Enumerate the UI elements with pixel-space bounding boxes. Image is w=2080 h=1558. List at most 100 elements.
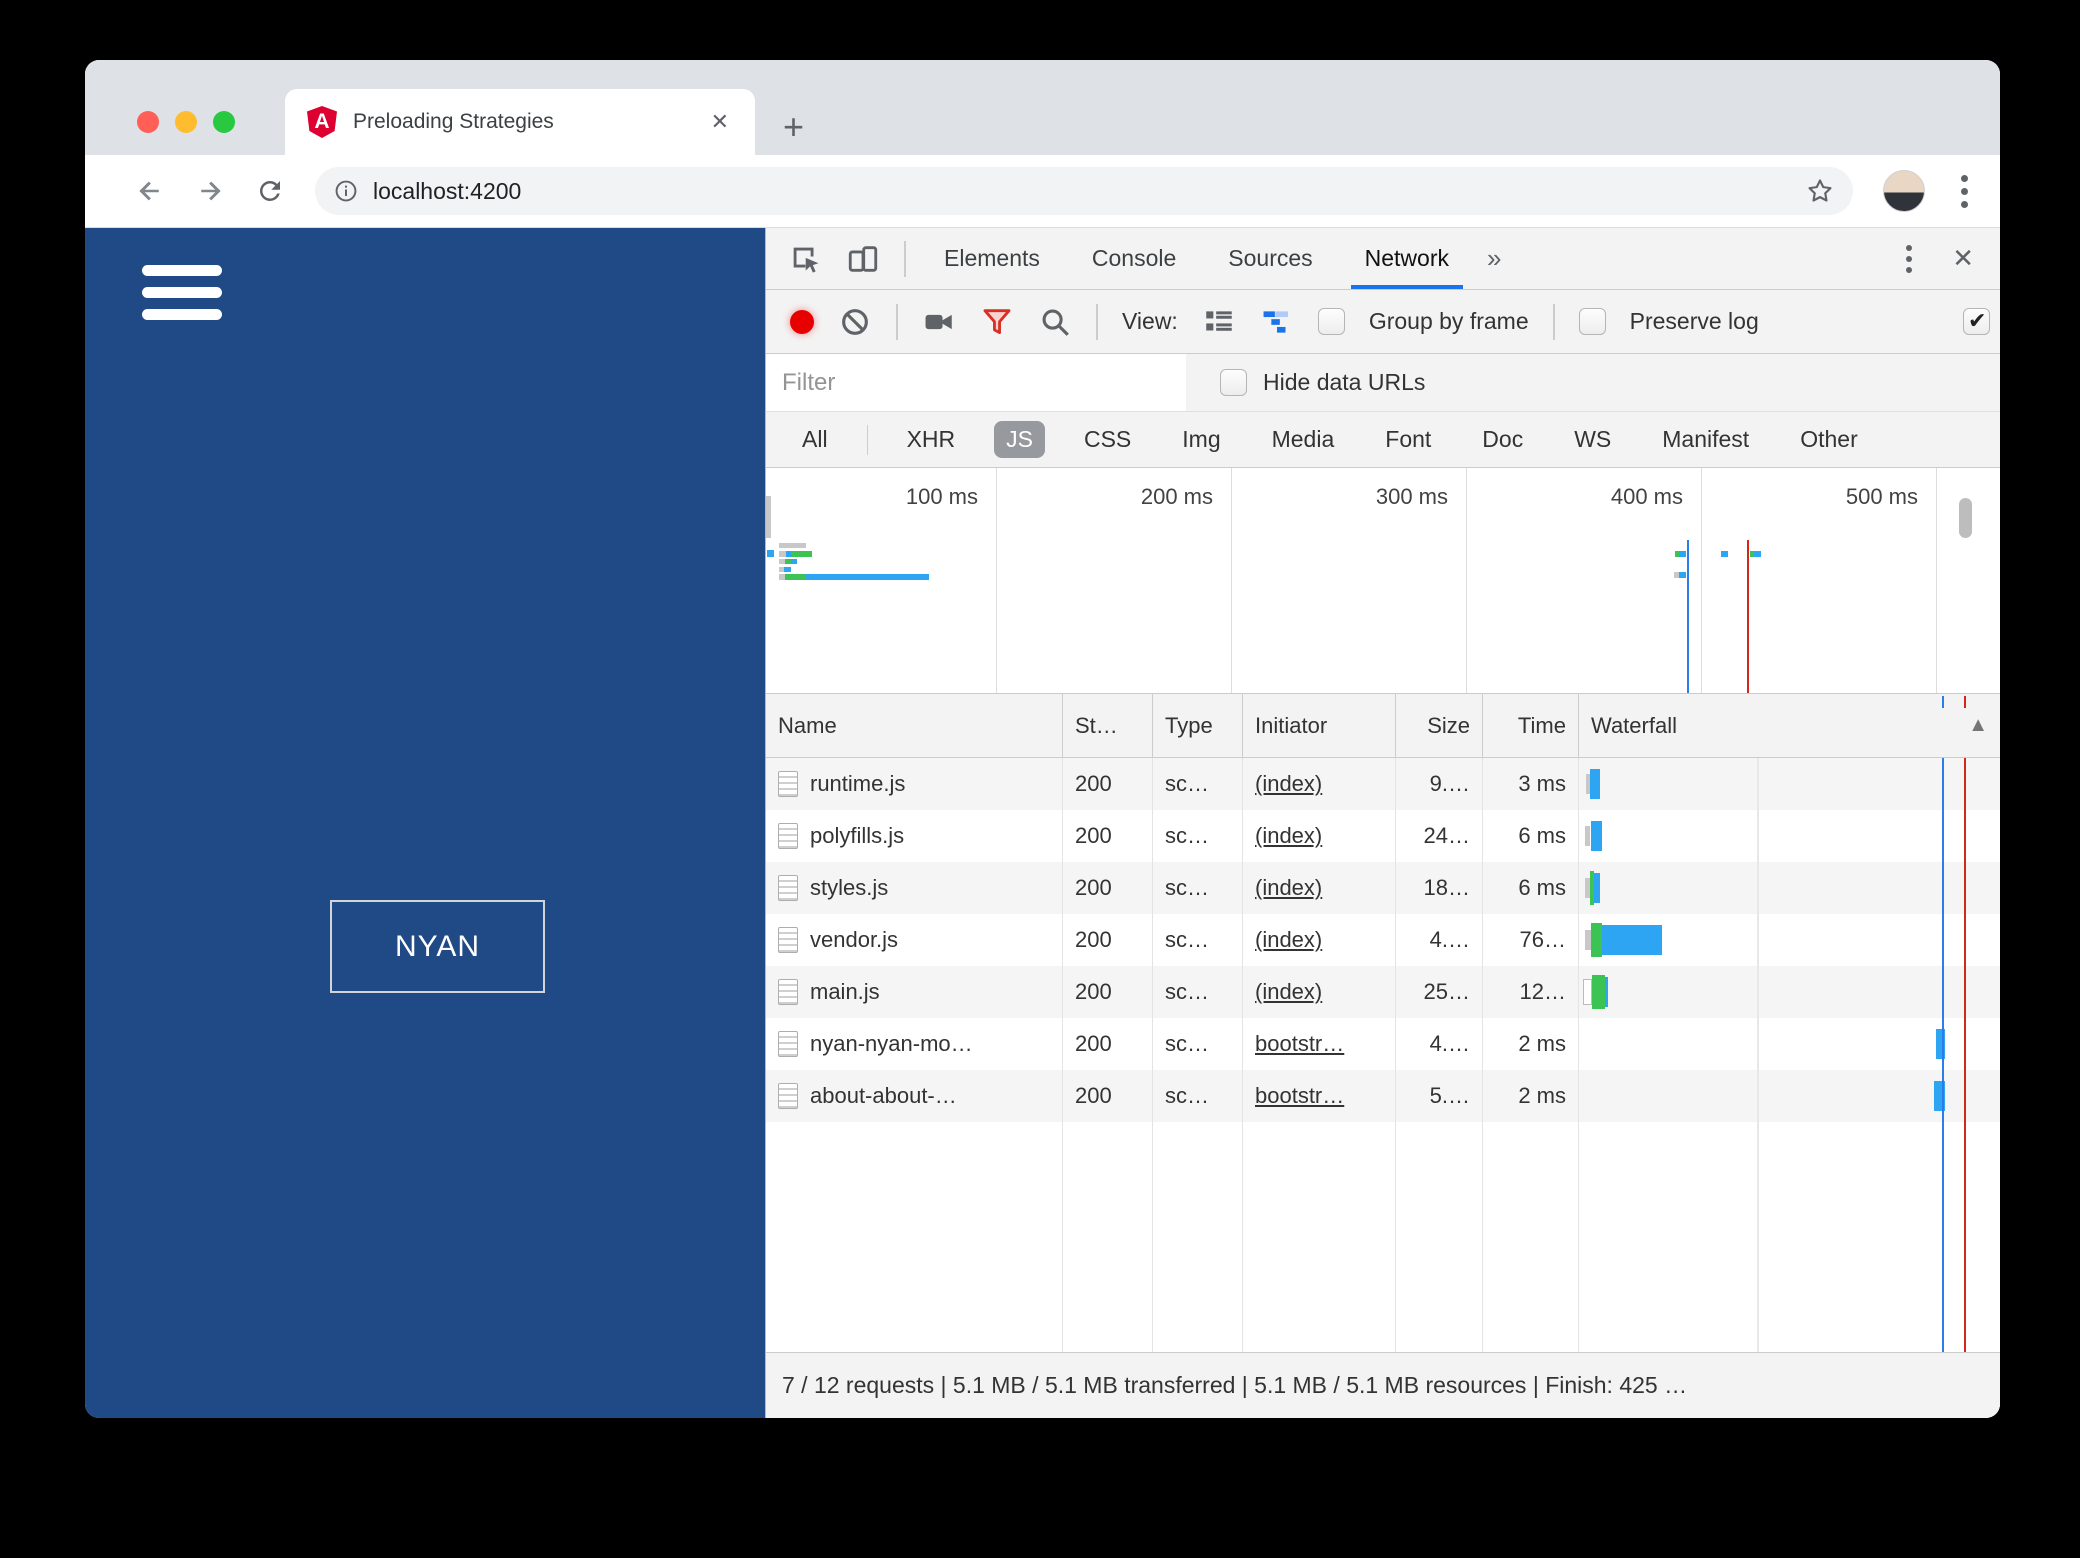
network-request-row[interactable]: vendor.js 200 sc… (index) 4.… 76… [766, 914, 2000, 966]
overview-bar [1721, 551, 1728, 557]
tab-elements[interactable]: Elements [930, 228, 1054, 289]
request-type: sc… [1153, 966, 1243, 1018]
reload-icon[interactable] [255, 176, 285, 206]
column-header-status[interactable]: St… [1063, 694, 1153, 757]
summary-text: 7 / 12 requests | 5.1 MB / 5.1 MB transf… [782, 1372, 1688, 1398]
request-waterfall [1579, 966, 2000, 1018]
search-icon[interactable] [1038, 305, 1072, 339]
type-filter-css[interactable]: CSS [1072, 421, 1143, 458]
zoom-window-button[interactable] [213, 111, 235, 133]
network-request-row[interactable]: runtime.js 200 sc… (index) 9.… 3 ms [766, 758, 2000, 810]
view-label: View: [1122, 308, 1178, 334]
request-type: sc… [1153, 862, 1243, 914]
preserve-log-checkbox[interactable] [1578, 308, 1606, 335]
forward-icon[interactable] [195, 176, 225, 206]
type-filter-font[interactable]: Font [1373, 421, 1443, 458]
script-file-icon [778, 979, 798, 1005]
timeline-gridline [1466, 468, 1467, 693]
waterfall-bar [1602, 925, 1662, 955]
inspect-element-icon[interactable] [788, 242, 822, 276]
device-toolbar-icon[interactable] [846, 242, 880, 276]
request-time: 2 ms [1483, 1070, 1579, 1122]
timeline-tick-label: 100 ms [905, 484, 978, 509]
disable-cache-checkbox[interactable] [1963, 308, 1990, 335]
type-filter-img[interactable]: Img [1170, 421, 1232, 458]
tab-network[interactable]: Network [1350, 228, 1464, 289]
initiator-link[interactable]: (index) [1255, 979, 1322, 1005]
initiator-link[interactable]: bootstr… [1255, 1031, 1344, 1057]
network-request-row[interactable]: nyan-nyan-mo… 200 sc… bootstr… 4.… 2 ms [766, 1018, 2000, 1070]
browser-menu-icon[interactable] [1955, 171, 1974, 212]
devtools-menu-icon[interactable] [1898, 241, 1920, 277]
network-request-row[interactable]: styles.js 200 sc… (index) 18… 6 ms [766, 862, 2000, 914]
request-size: 4.… [1396, 914, 1483, 966]
record-button[interactable] [790, 309, 814, 334]
overview-timeline[interactable]: 100 ms 200 ms 300 ms 400 ms 500 ms [766, 468, 2000, 694]
request-waterfall [1579, 914, 2000, 966]
devtools-close-icon[interactable]: ✕ [1944, 243, 1982, 274]
initiator-link[interactable]: (index) [1255, 771, 1322, 797]
window-controls [137, 111, 235, 133]
initiator-link[interactable]: bootstr… [1255, 1083, 1344, 1109]
tab-sources[interactable]: Sources [1214, 228, 1326, 289]
request-name: runtime.js [766, 758, 1063, 810]
script-file-icon [778, 927, 798, 953]
column-header-initiator[interactable]: Initiator [1243, 694, 1396, 757]
type-filter-other[interactable]: Other [1788, 421, 1870, 458]
column-header-waterfall[interactable]: Waterfall ▲ [1579, 694, 2000, 757]
browser-window: A Preloading Strategies ✕ + localhost:42… [85, 60, 2000, 1418]
request-initiator: bootstr… [1243, 1018, 1396, 1070]
overview-bar [1679, 572, 1686, 578]
browser-tab[interactable]: A Preloading Strategies ✕ [285, 89, 755, 155]
profile-avatar[interactable] [1883, 170, 1925, 212]
group-by-frame-checkbox[interactable] [1317, 308, 1345, 335]
type-filter-ws[interactable]: WS [1562, 421, 1623, 458]
hide-data-urls-checkbox[interactable] [1220, 369, 1247, 396]
column-header-time[interactable]: Time [1483, 694, 1579, 757]
network-request-row[interactable]: main.js 200 sc… (index) 25… 12… [766, 966, 2000, 1018]
waterfall-view-icon[interactable] [1260, 305, 1294, 339]
timeline-gridline [1231, 468, 1232, 693]
overview-event-line [1747, 540, 1749, 693]
close-window-button[interactable] [137, 111, 159, 133]
new-tab-button[interactable]: + [783, 109, 804, 145]
network-request-row[interactable]: polyfills.js 200 sc… (index) 24… 6 ms [766, 810, 2000, 862]
divider [896, 303, 898, 340]
initiator-link[interactable]: (index) [1255, 823, 1322, 849]
initiator-link[interactable]: (index) [1255, 927, 1322, 953]
site-info-icon[interactable] [333, 178, 359, 204]
network-filter-input[interactable] [766, 354, 1186, 411]
divider [904, 240, 906, 277]
more-tabs-icon[interactable]: » [1487, 243, 1501, 274]
bookmark-star-icon[interactable] [1805, 176, 1835, 206]
request-rows-view-icon[interactable] [1202, 305, 1236, 339]
filter-icon[interactable] [980, 305, 1014, 339]
minimize-window-button[interactable] [175, 111, 197, 133]
type-filter-media[interactable]: Media [1260, 421, 1347, 458]
request-size: 4.… [1396, 1018, 1483, 1070]
request-waterfall [1579, 758, 2000, 810]
type-filter-js[interactable]: JS [994, 421, 1045, 458]
request-name: main.js [766, 966, 1063, 1018]
request-size: 5.… [1396, 1070, 1483, 1122]
address-bar[interactable]: localhost:4200 [315, 167, 1853, 215]
type-filter-all[interactable]: All [790, 421, 840, 458]
nyan-button[interactable]: NYAN [330, 900, 545, 993]
request-waterfall [1579, 862, 2000, 914]
tab-console[interactable]: Console [1078, 228, 1190, 289]
type-filter-xhr[interactable]: XHR [895, 421, 968, 458]
initiator-link[interactable]: (index) [1255, 875, 1322, 901]
clear-icon[interactable] [838, 305, 872, 339]
type-filter-manifest[interactable]: Manifest [1650, 421, 1761, 458]
capture-screenshots-icon[interactable] [922, 305, 956, 339]
tab-close-icon[interactable]: ✕ [707, 109, 733, 135]
column-header-size[interactable]: Size [1396, 694, 1483, 757]
browser-tab-strip: A Preloading Strategies ✕ + [85, 60, 2000, 155]
type-filter-doc[interactable]: Doc [1470, 421, 1535, 458]
overview-bar [767, 550, 774, 557]
column-header-type[interactable]: Type [1153, 694, 1243, 757]
column-header-name[interactable]: Name [766, 694, 1063, 757]
back-icon[interactable] [135, 176, 165, 206]
network-request-row[interactable]: about-about-… 200 sc… bootstr… 5.… 2 ms [766, 1070, 2000, 1122]
hamburger-menu-icon[interactable] [142, 265, 222, 331]
